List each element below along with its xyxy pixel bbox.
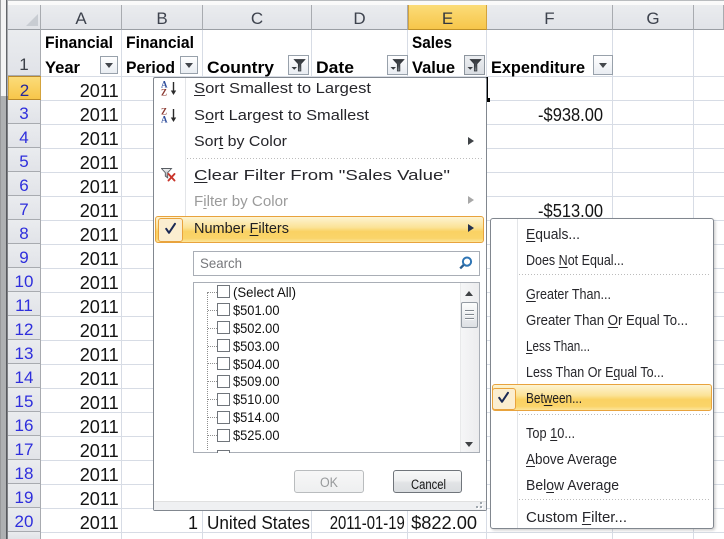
svg-text:A: A — [161, 114, 168, 123]
svg-text:Z: Z — [161, 88, 167, 97]
